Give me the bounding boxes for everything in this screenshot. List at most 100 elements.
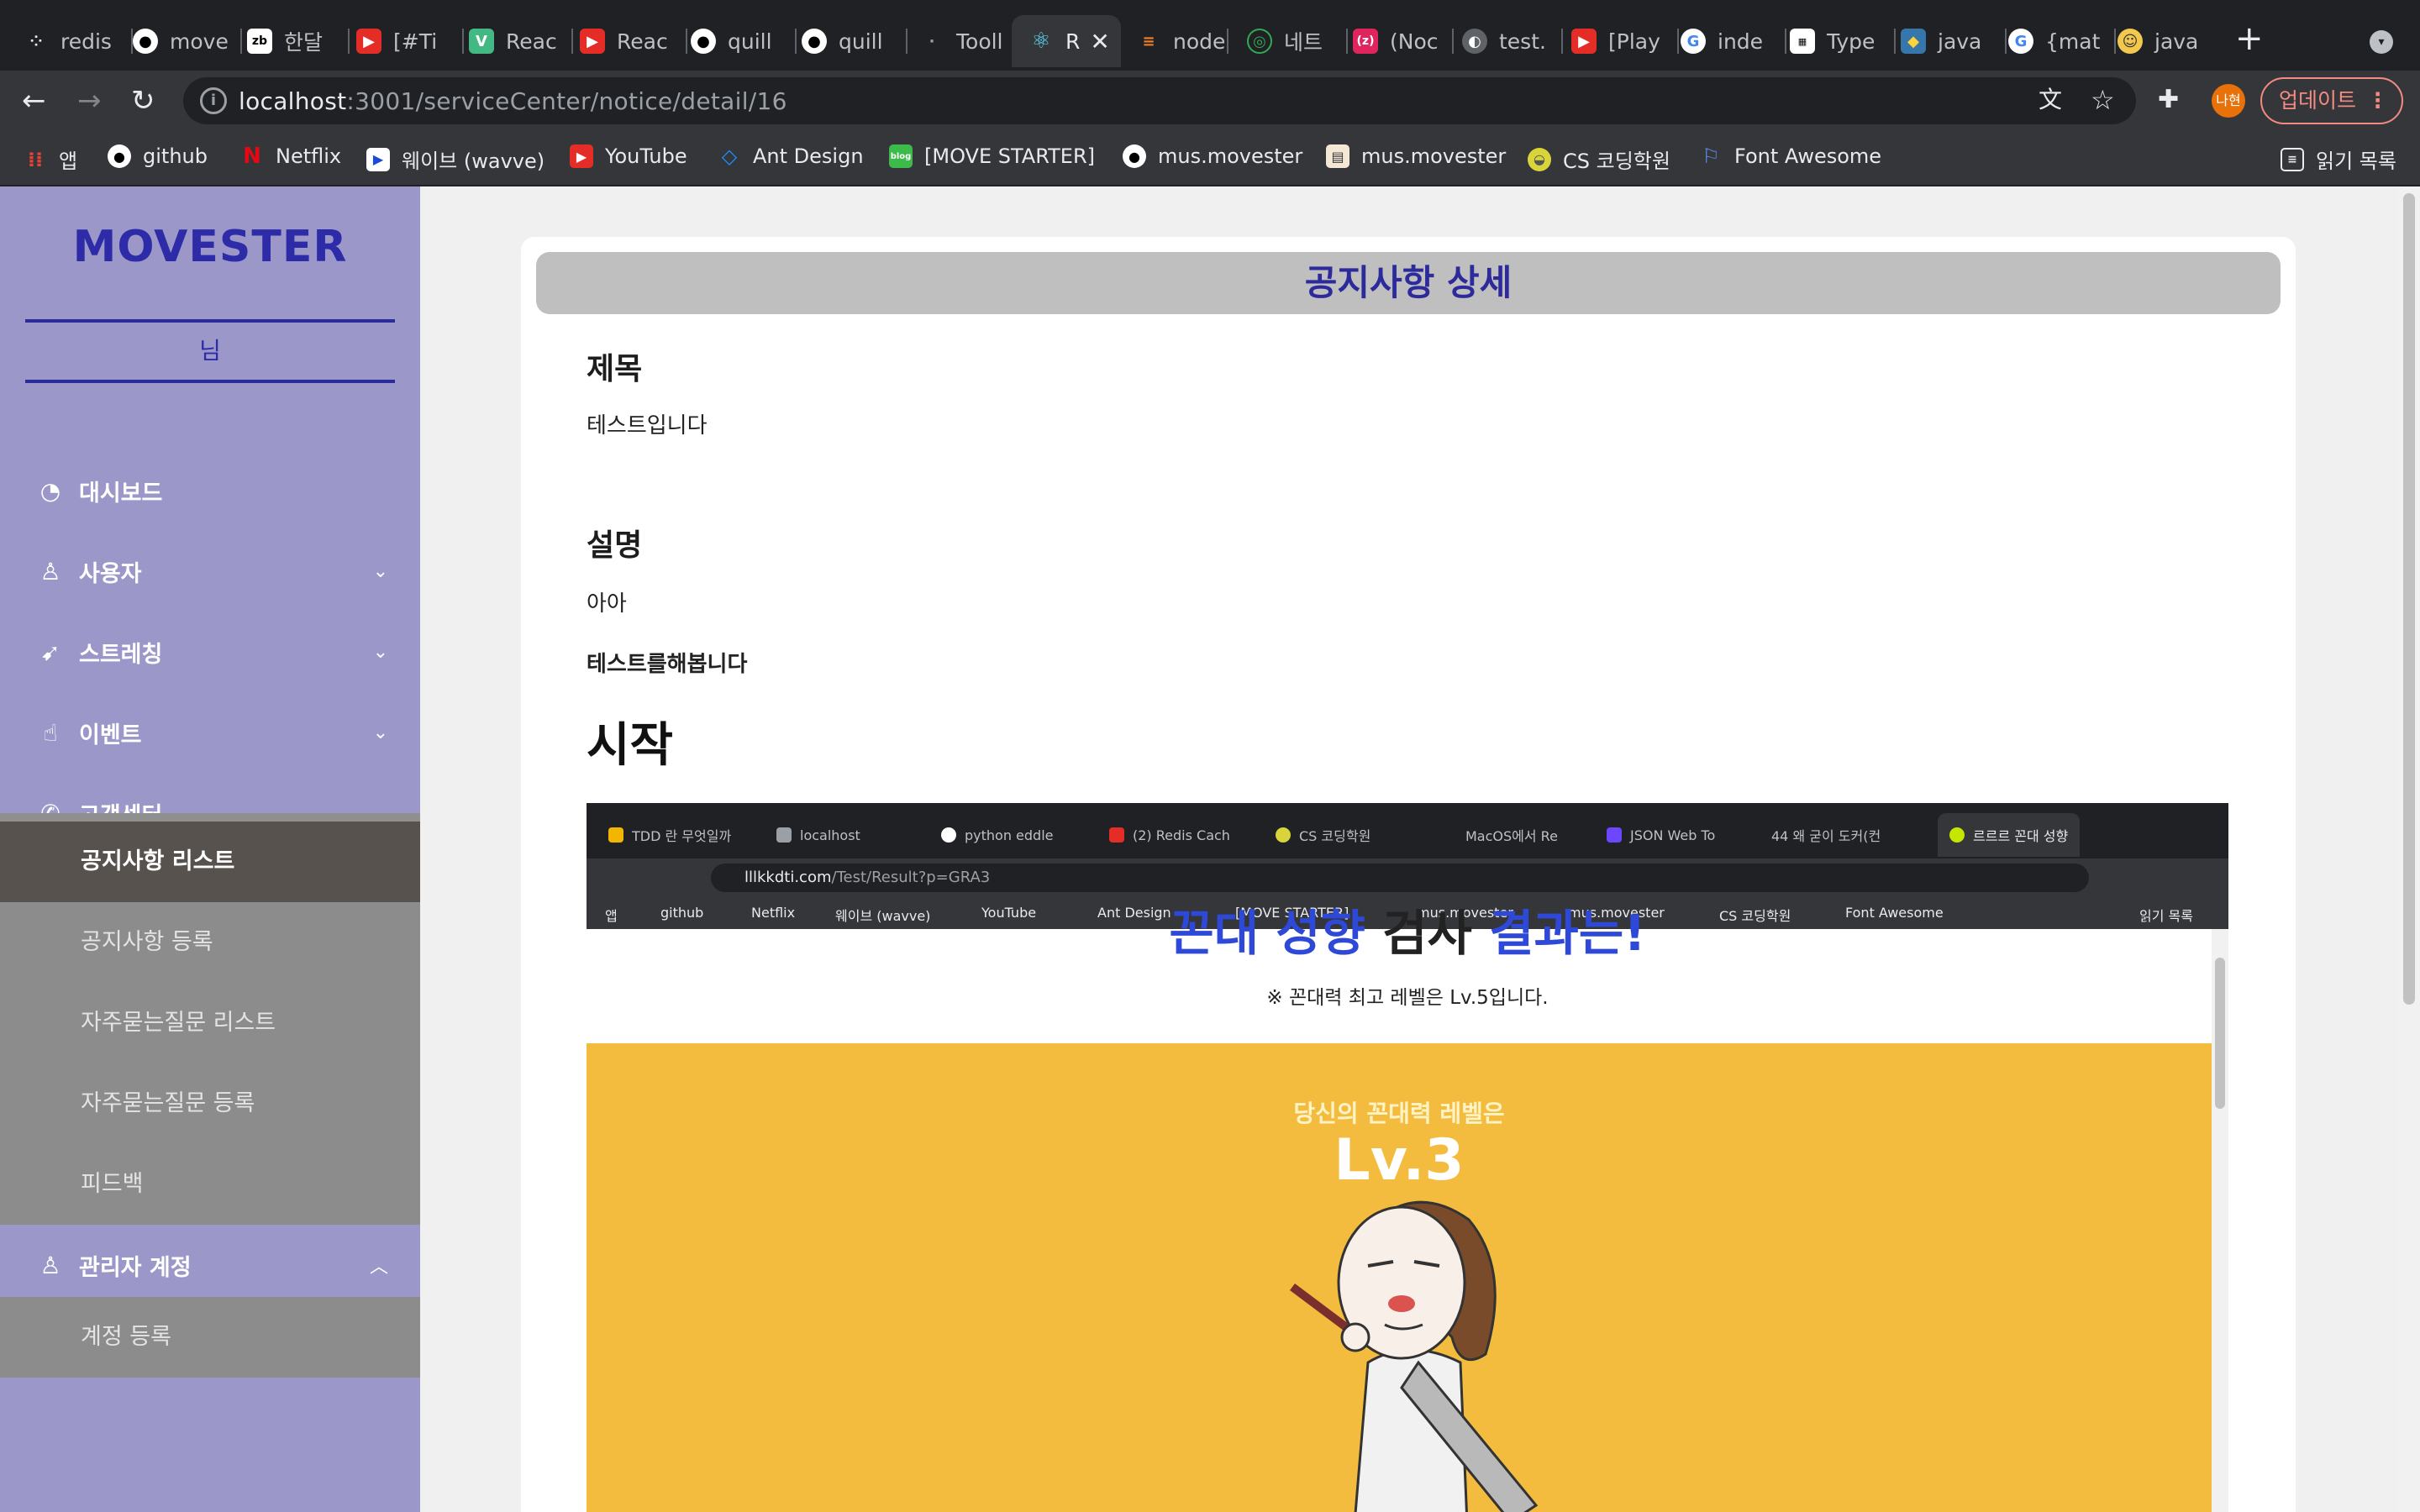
browser-tab[interactable]: (z) (Noc (1353, 15, 1454, 67)
bell-icon (776, 827, 792, 843)
address-bar[interactable]: i localhost:3001/serviceCenter/notice/de… (183, 77, 2136, 124)
more-menu-icon[interactable]: ⋮ (2367, 79, 2388, 123)
bookmark-cs-coding[interactable]: ◒ CS 코딩학원 (1528, 144, 1670, 174)
sidebar-item-stretching[interactable]: ➹ 스트레칭 ⌄ (0, 612, 420, 692)
github-icon: ● (108, 144, 131, 168)
bookmark-netflix[interactable]: N Netflix (240, 144, 341, 169)
browser-tab[interactable]: V Reac (469, 15, 573, 67)
youtube-icon (1109, 827, 1124, 843)
update-button[interactable]: 업데이트 ⋮ (2260, 77, 2403, 124)
embedded-scrollbar-thumb (2215, 958, 2225, 1109)
submenu-account-register[interactable]: 계정 등록 (0, 1297, 420, 1378)
app-logo[interactable]: MOVESTER (0, 222, 420, 272)
description-bold-line: 테스트를해봅니다 (587, 652, 748, 677)
bookmark-github[interactable]: ● github (108, 144, 208, 168)
bookmark-mus-movester-github[interactable]: ● mus.movester (1123, 144, 1302, 168)
translate-icon[interactable]: 文 (2039, 86, 2062, 114)
browser-tab[interactable]: ≡ node (1136, 15, 1228, 67)
flag-icon: ⚐ (1702, 144, 1720, 168)
browser-tab[interactable]: ● quill (691, 15, 797, 67)
browser-tab-active[interactable]: ⚛ R ✕ (1012, 15, 1121, 67)
pointer-icon: ➹ (40, 638, 60, 666)
browser-tab[interactable]: ◐ test. (1462, 15, 1563, 67)
vue-icon: V (469, 29, 494, 54)
tab-search-icon[interactable]: ▾ (2370, 30, 2393, 54)
user-icon: ♙ (39, 557, 61, 585)
reading-list-icon: ≡ (2281, 147, 2304, 171)
sidebar-item-events[interactable]: ☝ 이벤트 ⌄ (0, 692, 420, 773)
like-icon: ☝ (43, 718, 58, 747)
main-content: 공지사항 상세 제목 테스트입니다 설명 아아 테스트를해봅니다 시작 TDD … (420, 186, 2398, 1512)
dashboard-icon: ◔ (39, 476, 61, 505)
browser-tab[interactable]: ▶ [#Ti (356, 15, 464, 67)
github-icon: ● (802, 29, 827, 54)
new-tab-button[interactable]: + (2235, 22, 2264, 55)
sidebar-item-admin-account[interactable]: ♙ 관리자 계정 ︿ (0, 1225, 420, 1305)
browser-tab[interactable]: Ginde (1681, 15, 1786, 67)
submenu-faq-list[interactable]: 자주묻는질문 리스트 (0, 983, 420, 1063)
browser-tab[interactable]: zb 한달 (247, 15, 350, 67)
submenu-faq-register[interactable]: 자주묻는질문 등록 (0, 1063, 420, 1144)
network-icon: ◎ (1247, 29, 1272, 54)
bookmark-star-icon[interactable]: ☆ (2091, 86, 2115, 114)
user-icon: ♙ (39, 1251, 61, 1279)
embedded-tab: localhost (776, 813, 860, 857)
browser-tab[interactable]: G {mat (2008, 15, 2116, 67)
sidebar-item-users[interactable]: ♙ 사용자 ⌄ (0, 531, 420, 612)
chevron-up-icon: ︿ (369, 1257, 388, 1278)
browser-tab[interactable]: · Tooll (919, 15, 1005, 67)
browser-tab[interactable]: ☺ java (2118, 15, 2220, 67)
browser-tab[interactable]: ◎ 네트 (1247, 15, 1348, 67)
qr-icon: ▦ (1790, 29, 1815, 54)
description-label: 설명 (587, 528, 643, 563)
page-scrollbar-thumb[interactable] (2403, 193, 2415, 1005)
embedded-note: ※ 꼰대력 최고 레벨은 Lv.5입니다. (1266, 987, 1549, 1009)
browser-tab[interactable]: ● move (133, 15, 242, 67)
browser-tab[interactable]: ▶ Reac (580, 15, 687, 67)
browser-tab[interactable]: ▦ Type (1790, 15, 1896, 67)
browser-tab[interactable]: ▶ [Play (1571, 15, 1679, 67)
profile-avatar[interactable]: 나현 (2212, 84, 2245, 118)
description-line: 아아 (587, 591, 627, 617)
bookmark-wavve[interactable]: ▶ 웨이브 (wavve) (366, 144, 544, 174)
user-name-box: 님 (25, 319, 395, 383)
embedded-level-label: 당신의 꼰대력 레벨은 (1293, 1100, 1505, 1127)
chevron-down-icon: ⌄ (372, 560, 388, 582)
browser-tab[interactable]: ⁘ redis (24, 15, 133, 67)
face-icon: ☺ (2118, 29, 2143, 54)
reload-icon[interactable]: ↻ (131, 84, 155, 118)
bookmark-move-starter[interactable]: blog [MOVE STARTER] (889, 144, 1095, 168)
blank-icon: · (919, 29, 944, 54)
github-icon: ● (691, 29, 716, 54)
youtube-icon: ▶ (1571, 29, 1597, 54)
address-url[interactable]: localhost:3001/serviceCenter/notice/deta… (239, 87, 787, 115)
sidebar: MOVESTER 님 ◔대시보드 ♙사용자⌄ ➹스트레칭⌄ ☝이벤트⌄ ✆고객센… (0, 186, 420, 1512)
submenu-feedback[interactable]: 피드백 (0, 1144, 420, 1225)
submenu-top-edge (0, 813, 420, 822)
forward-arrow-icon[interactable]: → (77, 84, 102, 118)
browser-tab[interactable]: ◆ java (1901, 15, 2007, 67)
redis-icon: ⁘ (24, 29, 49, 54)
github-icon: ● (1123, 144, 1146, 168)
notion-icon: ▤ (1326, 144, 1349, 168)
bookmark-mus-movester-notion[interactable]: ▤ mus.movester (1326, 144, 1506, 168)
site-info-icon[interactable]: i (200, 87, 227, 114)
embedded-tab-strip: TDD 란 무엇일까 localhost python eddle (2) Re… (587, 803, 2228, 858)
back-arrow-icon[interactable]: ← (22, 84, 46, 118)
embedded-tab: MacOS에서 Re (1442, 813, 1558, 857)
browser-tab[interactable]: ● quill (802, 15, 908, 67)
submenu-notice-list[interactable]: 공지사항 리스트 (0, 822, 420, 902)
bookmark-apps[interactable]: ⁞⁞ 앱 (24, 144, 77, 174)
reading-list[interactable]: ≡ 읽기 목록 (2281, 144, 2396, 174)
embedded-screenshot-image: TDD 란 무엇일까 localhost python eddle (2) Re… (587, 803, 2228, 1512)
sidebar-item-dashboard[interactable]: ◔ 대시보드 (0, 450, 420, 531)
bookmark-font-awesome[interactable]: ⚐ Font Awesome (1699, 144, 1881, 168)
bookmark-youtube[interactable]: ▶ YouTube (570, 144, 687, 168)
bookmark-ant-design[interactable]: ◇ Ant Design (718, 144, 864, 168)
close-tab-icon[interactable]: ✕ (1090, 28, 1109, 55)
extensions-puzzle-icon[interactable]: ✚ (2158, 86, 2179, 114)
page-title: 공지사항 상세 (536, 252, 2281, 314)
tennis-icon (1276, 827, 1291, 843)
submenu-notice-register[interactable]: 공지사항 등록 (0, 902, 420, 983)
python-icon: ◆ (1901, 29, 1926, 54)
